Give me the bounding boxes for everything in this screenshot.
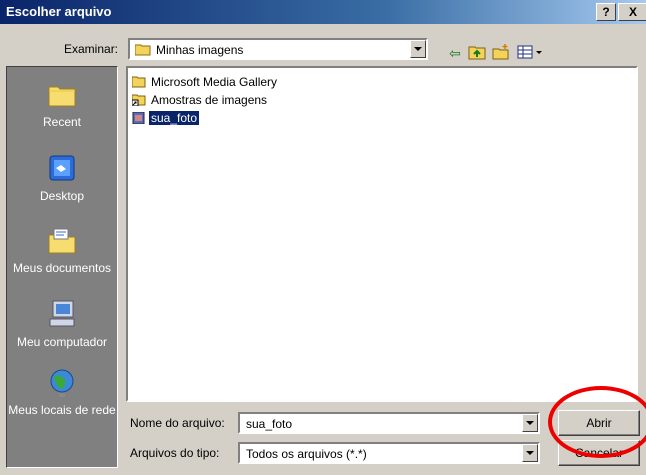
window-title: Escolher arquivo — [6, 4, 112, 19]
filename-value: sua_foto — [246, 417, 293, 431]
look-in-value: Minhas imagens — [156, 43, 244, 57]
view-menu-icon[interactable] — [516, 44, 546, 62]
folder-icon — [135, 44, 151, 56]
file-list[interactable]: Microsoft Media Gallery Amostras de imag… — [126, 66, 638, 402]
new-folder-icon[interactable] — [492, 44, 510, 62]
up-folder-icon[interactable] — [468, 44, 486, 62]
folder-shortcut-icon — [132, 94, 146, 106]
filetype-dropdown[interactable]: Todos os arquivos (*.*) — [238, 442, 540, 464]
list-item-selected[interactable]: sua_foto — [132, 110, 200, 126]
chevron-down-icon[interactable] — [410, 40, 426, 58]
look-in-label: Examinar: — [64, 42, 119, 56]
desktop-icon — [49, 155, 75, 181]
place-my-computer[interactable]: Meu computador — [7, 299, 117, 349]
file-open-dialog: Escolher arquivo ? X Examinar: Minhas im… — [0, 0, 646, 475]
filetype-value: Todos os arquivos (*.*) — [246, 447, 367, 461]
place-desktop-label: Desktop — [39, 189, 85, 203]
look-in-dropdown[interactable]: Minhas imagens — [128, 38, 428, 60]
place-network-label: Meus locais de rede — [8, 403, 116, 417]
list-item[interactable]: Amostras de imagens — [132, 92, 269, 108]
help-button[interactable]: ? — [596, 3, 616, 21]
cancel-button[interactable]: Cancelar — [558, 440, 640, 466]
filetype-label: Arquivos do tipo: — [130, 446, 220, 460]
chevron-down-icon[interactable] — [522, 444, 538, 462]
file-name: Microsoft Media Gallery — [151, 74, 278, 89]
filename-label: Nome do arquivo: — [130, 416, 225, 430]
place-network[interactable]: Meus locais de rede — [7, 367, 117, 417]
my-documents-icon — [48, 228, 76, 254]
place-desktop[interactable]: Desktop — [7, 153, 117, 203]
recent-folder-icon — [48, 86, 76, 107]
places-bar: Recent Desktop Meus documentos Meu compu… — [6, 66, 118, 468]
chevron-down-icon[interactable] — [522, 414, 538, 432]
place-my-documents-label: Meus documentos — [12, 261, 112, 275]
place-my-computer-label: Meu computador — [16, 335, 108, 349]
my-computer-icon — [49, 300, 75, 327]
network-places-icon — [50, 369, 74, 397]
place-recent[interactable]: Recent — [7, 79, 117, 129]
filename-field[interactable]: sua_foto — [238, 412, 540, 434]
close-button[interactable]: X — [618, 3, 646, 21]
title-bar[interactable]: Escolher arquivo ? X — [0, 0, 646, 24]
file-name: sua_foto — [149, 110, 200, 125]
place-recent-label: Recent — [42, 115, 82, 129]
place-my-documents[interactable]: Meus documentos — [7, 225, 117, 275]
folder-icon — [132, 76, 146, 88]
file-name: Amostras de imagens — [151, 92, 268, 107]
back-arrow-icon[interactable]: ⇦ — [446, 44, 464, 62]
list-item[interactable]: Microsoft Media Gallery — [132, 74, 279, 90]
open-button[interactable]: Abrir — [558, 410, 640, 436]
image-file-icon — [132, 111, 145, 124]
